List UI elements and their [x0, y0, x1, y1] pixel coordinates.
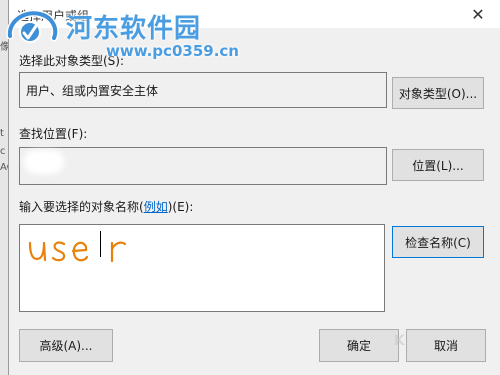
object-names-input[interactable]: user	[19, 224, 385, 312]
advanced-button[interactable]: 高级(A)...	[19, 329, 113, 362]
close-icon[interactable]: ✕	[469, 5, 487, 24]
background-window-text: c	[0, 146, 6, 157]
locations-button[interactable]: 位置(L)...	[392, 149, 484, 181]
screen: 像 t c AC 选择用户或组 ✕ 选择此对象类型(S): 用户、组或内置安全主…	[0, 0, 500, 375]
object-names-label: 输入要选择的对象名称(例如)(E):	[19, 200, 194, 214]
watermark-title: 河东软件园	[66, 14, 202, 44]
text-caret	[100, 231, 101, 257]
check-names-button[interactable]: 检查名称(C)	[392, 226, 484, 258]
watermark-ghost: K	[394, 333, 405, 349]
location-label: 查找位置(F):	[19, 127, 88, 141]
object-type-value: 用户、组或内置安全主体	[26, 84, 159, 98]
examples-link[interactable]: 例如	[144, 200, 168, 214]
handwritten-user-text	[28, 241, 127, 263]
ok-button[interactable]: 确定	[319, 329, 399, 362]
background-window-text: t	[0, 128, 4, 139]
cancel-button[interactable]: 取消	[406, 329, 486, 362]
hedong-logo-icon	[6, 9, 59, 43]
select-users-dialog: 选择用户或组 ✕ 选择此对象类型(S): 用户、组或内置安全主体 对象类型(O)…	[8, 0, 500, 375]
redacted-location	[28, 154, 60, 170]
object-types-button[interactable]: 对象类型(O)...	[392, 77, 484, 109]
object-type-field: 用户、组或内置安全主体	[19, 72, 387, 108]
watermark-url: www.pc0359.cn	[106, 42, 239, 60]
location-field	[19, 147, 387, 185]
